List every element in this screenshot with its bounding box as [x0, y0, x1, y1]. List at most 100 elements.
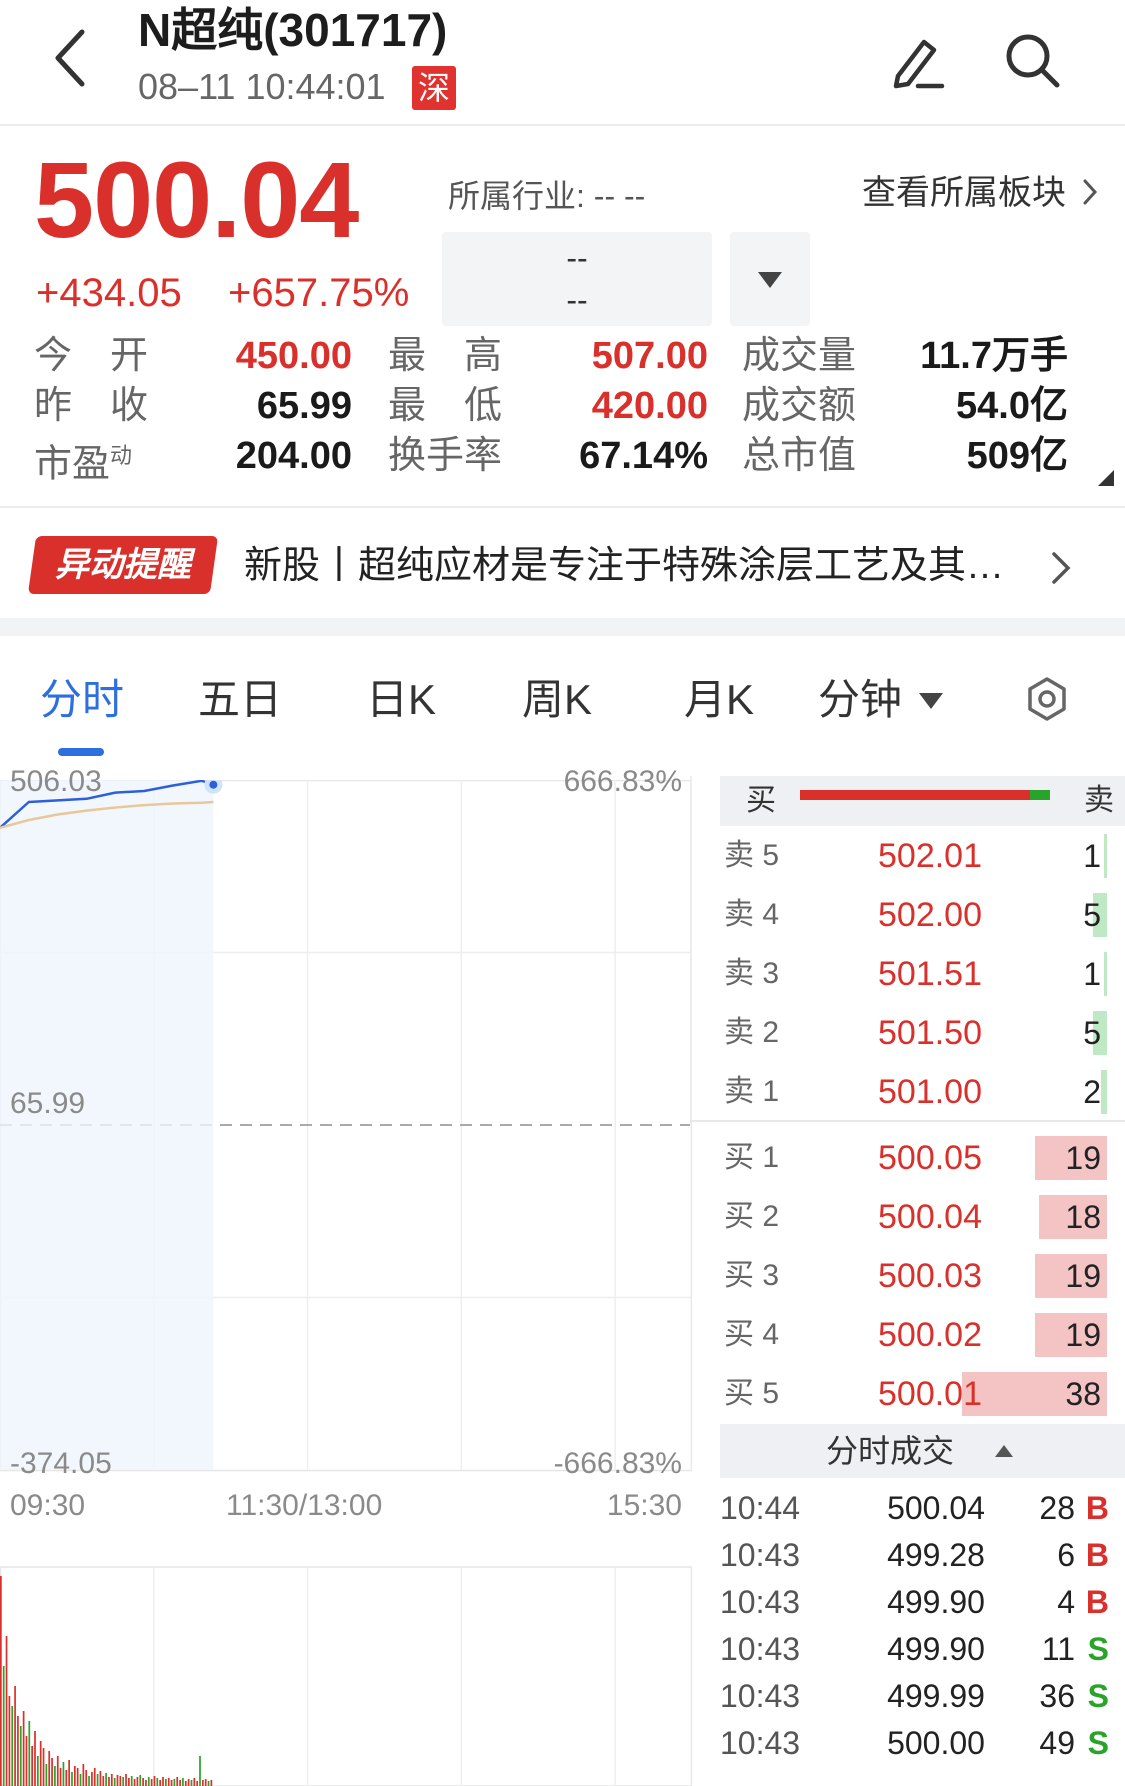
price-change: +434.05: [36, 271, 182, 315]
volume-bar: [122, 1777, 125, 1786]
tab-weekly-k[interactable]: 周K: [522, 672, 592, 728]
tick-time: 10:43: [720, 1631, 801, 1667]
stat-label: 成交量: [742, 335, 857, 377]
section-separator: [0, 618, 1125, 636]
volume-bar: [199, 1756, 201, 1786]
tick-time: 10:43: [720, 1678, 801, 1714]
stat-label: 最 低: [388, 385, 503, 427]
sell-label: 卖: [1084, 784, 1114, 817]
ask-row[interactable]: 卖 5 502.01 1: [720, 826, 1125, 886]
alert-badge[interactable]: 异动提醒: [32, 536, 214, 594]
stat-label: 今 开: [34, 335, 149, 377]
volume-bar: [156, 1778, 159, 1786]
volume-bar: [105, 1773, 107, 1786]
tick-volume: 11: [1041, 1631, 1075, 1667]
level-volume: 5: [1083, 897, 1101, 933]
stat-label-sup: 动: [110, 443, 133, 468]
volume-bar: [11, 1706, 14, 1786]
volume-bar: [25, 1736, 28, 1786]
volume-bar: [34, 1731, 36, 1786]
volume-bar: [36, 1756, 39, 1786]
triangle-up-icon[interactable]: [994, 1444, 1014, 1458]
y-axis-bottom-left: -374.05: [10, 1447, 112, 1480]
settings-icon[interactable]: [1024, 676, 1070, 722]
volume-bar: [201, 1780, 204, 1786]
stat-value: 11.7万手: [920, 335, 1068, 377]
level-label: 买 2: [724, 1200, 780, 1233]
bid-row[interactable]: 买 1 500.05 19: [720, 1128, 1125, 1188]
volume-bar: [1104, 834, 1107, 878]
back-arrow-icon[interactable]: [50, 26, 90, 90]
divider: [0, 506, 1125, 508]
level-volume: 19: [1065, 1317, 1101, 1353]
order-book-header: [720, 776, 1125, 826]
level-label: 买 3: [724, 1259, 780, 1292]
ask-row[interactable]: 卖 1 501.00 2: [720, 1062, 1125, 1122]
level-price: 501.00: [878, 1073, 982, 1111]
edit-icon[interactable]: [888, 32, 948, 92]
level-volume: 5: [1083, 1015, 1101, 1051]
level-volume: 19: [1065, 1258, 1101, 1294]
bid-row[interactable]: 买 2 500.04 18: [720, 1187, 1125, 1247]
triangle-down-icon[interactable]: [756, 270, 784, 290]
ask-row[interactable]: 卖 2 501.50 5: [720, 1003, 1125, 1063]
view-sector-link[interactable]: 查看所属板块: [862, 170, 1099, 216]
tick-row: 10:43 499.90 4 B: [720, 1578, 1125, 1626]
ask-row[interactable]: 卖 3 501.51 1: [720, 944, 1125, 1004]
tab-minute[interactable]: 分钟: [818, 672, 902, 728]
volume-bar: [207, 1781, 210, 1786]
chevron-right-icon: [1083, 179, 1098, 205]
tab-five-day[interactable]: 五日: [198, 672, 282, 728]
alert-message[interactable]: 新股丨超纯应材是专注于特殊涂层工艺及其…: [244, 540, 1004, 592]
y-axis-top-right: 666.83%: [563, 765, 682, 798]
level-price: 502.00: [878, 896, 982, 934]
expand-corner-icon[interactable]: [1098, 470, 1114, 486]
tick-row: 10:44 500.04 28 B: [720, 1484, 1125, 1532]
volume-bar: [22, 1711, 25, 1786]
intraday-chart[interactable]: [0, 780, 692, 1786]
volume-bar: [150, 1779, 153, 1786]
search-icon[interactable]: [1004, 32, 1062, 90]
tick-price: 499.28: [887, 1537, 985, 1573]
level-volume: 1: [1083, 956, 1101, 992]
tab-intraday[interactable]: 分时: [40, 672, 124, 728]
tick-volume: 49: [1039, 1725, 1075, 1761]
chevron-right-icon[interactable]: [1050, 550, 1074, 586]
tick-time: 10:44: [720, 1490, 801, 1526]
volume-bar: [8, 1696, 11, 1786]
stat-value: 54.0亿: [956, 385, 1068, 427]
sector-value: --: [566, 240, 588, 276]
level-volume: 19: [1065, 1140, 1101, 1176]
volume-bar: [110, 1774, 113, 1786]
volume-bar: [65, 1770, 68, 1786]
volume-bar: [147, 1777, 150, 1786]
tick-price: 499.90: [887, 1584, 985, 1620]
tick-side: B: [1085, 1537, 1109, 1573]
level-label: 买 5: [724, 1377, 780, 1410]
bid-row[interactable]: 买 5 500.01 38: [720, 1364, 1125, 1424]
triangle-down-icon[interactable]: [918, 692, 944, 710]
bid-row[interactable]: 买 4 500.02 19: [720, 1305, 1125, 1365]
level-price: 501.51: [878, 955, 982, 993]
last-price: 500.04: [34, 139, 359, 260]
level-volume: 2: [1083, 1074, 1101, 1110]
stat-label: 总市值: [742, 435, 857, 477]
level-price: 500.04: [878, 1198, 982, 1236]
volume-bar: [179, 1780, 181, 1786]
ask-row[interactable]: 卖 4 502.00 5: [720, 885, 1125, 945]
stat-label: 换手率: [388, 435, 503, 477]
volume-bar: [2, 1666, 5, 1786]
level-label: 卖 5: [724, 839, 780, 872]
volume-bar: [96, 1774, 99, 1786]
tick-side: S: [1087, 1631, 1109, 1667]
tab-monthly-k[interactable]: 月K: [684, 672, 754, 728]
tick-time: 10:43: [720, 1584, 801, 1620]
bid-row[interactable]: 买 3 500.03 19: [720, 1246, 1125, 1306]
stat-label: 成交额: [742, 385, 857, 427]
volume-bar: [187, 1779, 190, 1786]
volume-bar: [145, 1780, 147, 1786]
tab-daily-k[interactable]: 日K: [366, 672, 436, 728]
volume-bar: [1101, 1070, 1107, 1114]
volume-bar: [1104, 952, 1107, 996]
volume-bar: [39, 1741, 42, 1786]
